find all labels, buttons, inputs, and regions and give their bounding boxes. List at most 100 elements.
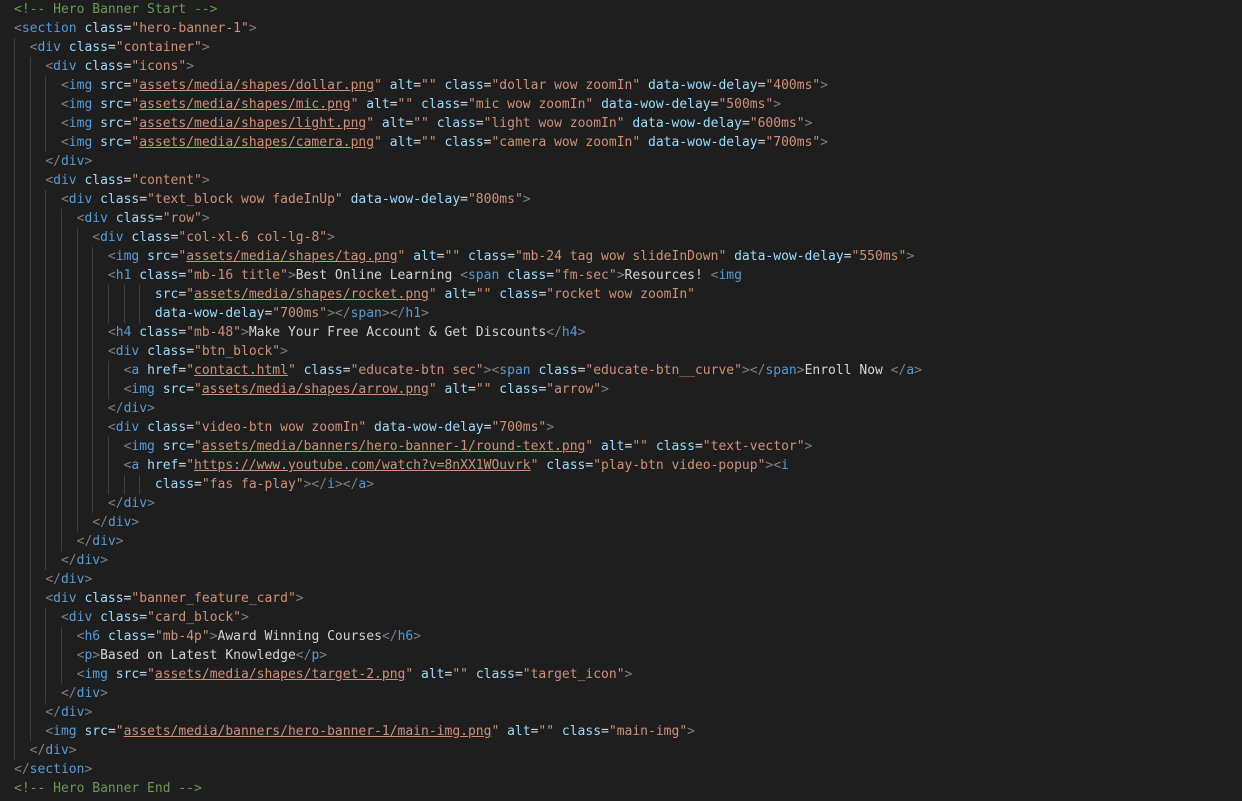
code-line[interactable]: <h6 class="mb-4p">Award Winning Courses<… [0, 627, 1242, 646]
code-equals: = [389, 97, 398, 112]
indent-guide [29, 532, 31, 551]
code-line[interactable]: src = "assets/media/shapes/rocket.png" alt… [0, 285, 1242, 304]
code-equals: = [460, 97, 468, 112]
code-string: "" [444, 249, 461, 264]
code-line[interactable]: <div class="row"> [0, 209, 1242, 228]
code-link[interactable]: assets/media/shapes/target-2.png [155, 667, 405, 682]
indent-guide [92, 418, 94, 437]
code-line[interactable]: <img src = "assets/media/shapes/light.png "… [0, 114, 1242, 133]
code-line[interactable]: <div class="text_block wow fadeInUp" dat… [0, 190, 1242, 209]
code-tag-name: div [76, 553, 101, 568]
code-link[interactable]: assets/media/banners/hero-banner-1/round… [202, 439, 586, 454]
code-string: "fas fa-play" [201, 477, 304, 492]
code-link[interactable]: assets/media/shapes/tag.png [186, 249, 397, 264]
code-line[interactable]: </div> [0, 532, 1242, 551]
code-line[interactable]: <!-- Hero Banner End --> [0, 779, 1242, 798]
indent-guide [45, 646, 47, 665]
indent-guide [29, 152, 31, 171]
code-line[interactable]: </section> [0, 760, 1242, 779]
code-line[interactable]: <a href="contact.html" class="educate-bt… [0, 361, 1242, 380]
code-line[interactable]: <section class="hero-banner-1"> [0, 19, 1242, 38]
code-line[interactable]: <div class="col-xl-6 col-lg-8"> [0, 228, 1242, 247]
code-line[interactable]: <h1 class="mb-16 title">Best Online Lear… [0, 266, 1242, 285]
code-punctuation: > [100, 553, 108, 568]
code-link[interactable]: assets/media/shapes/light.png [139, 116, 366, 131]
code-line[interactable]: <a href="https://www.youtube.com/watch?v… [0, 456, 1242, 475]
code-link[interactable]: assets/media/shapes/camera.png [139, 135, 374, 150]
code-line[interactable]: <img src="assets/media/shapes/tag.png" a… [0, 247, 1242, 266]
indent-guide [139, 285, 141, 304]
code-line[interactable]: class="fas fa-play"></i></a> [0, 475, 1242, 494]
code-punctuation: </ [381, 629, 398, 644]
code-attribute: class [68, 40, 108, 55]
indent-guide [107, 380, 109, 399]
code-tag-name: span [499, 363, 531, 378]
code-line[interactable]: <h4 class="mb-48">Make Your Free Account… [0, 323, 1242, 342]
code-line[interactable]: <div class="card_block"> [0, 608, 1242, 627]
code-line[interactable]: </div> [0, 152, 1242, 171]
code-line[interactable]: <img src="assets/media/shapes/target-2.p… [0, 665, 1242, 684]
code-string: " [287, 363, 296, 378]
code-link[interactable]: assets/media/shapes/dollar.png [139, 78, 374, 93]
code-comment: <!-- Hero Banner Start --> [14, 2, 218, 17]
code-line[interactable]: data-wow-delay="700ms"></span></h1> [0, 304, 1242, 323]
code-line[interactable]: <img src="assets/media/banners/hero-bann… [0, 437, 1242, 456]
code-line[interactable]: </div> [0, 570, 1242, 589]
indent-guide [14, 247, 15, 266]
code-equals: = [154, 211, 163, 226]
indent-guide [29, 76, 31, 95]
code-link[interactable]: contact.html [194, 363, 288, 378]
code-line[interactable]: <div class="icons"> [0, 57, 1242, 76]
indent-guide [45, 532, 47, 551]
code-string: "" [538, 724, 555, 739]
indent-guide [29, 513, 31, 532]
code-line[interactable]: <div class="btn_block"> [0, 342, 1242, 361]
code-line[interactable]: <p>Based on Latest Knowledge</p> [0, 646, 1242, 665]
code-line[interactable]: </div> [0, 741, 1242, 760]
code-line[interactable]: <div class="video-btn wow zoomIn" data-w… [0, 418, 1242, 437]
indent-guide [14, 589, 15, 608]
code-line[interactable]: <img src="assets/media/banners/hero-bann… [0, 722, 1242, 741]
indent-guide [60, 209, 62, 228]
code-editor[interactable]: <!-- Hero Banner Start --> <section class… [0, 0, 1242, 801]
code-line[interactable]: <!-- Hero Banner Start --> [0, 0, 1242, 19]
code-line[interactable]: <img src="assets/media/shapes/mic.png" a… [0, 95, 1242, 114]
indent-guide [45, 684, 47, 703]
indent-guide [14, 646, 15, 665]
code-link[interactable]: assets/media/shapes/rocket.png [194, 287, 429, 302]
code-punctuation: < [45, 591, 54, 606]
indent-guide [60, 399, 62, 418]
code-line[interactable]: <img src="assets/media/shapes/arrow.png"… [0, 380, 1242, 399]
indent-guide [76, 380, 78, 399]
code-link[interactable]: assets/media/shapes/arrow.png [202, 382, 429, 397]
code-line[interactable]: </div> [0, 551, 1242, 570]
code-line[interactable]: </div> [0, 513, 1242, 532]
code-tag-name: h6 [84, 629, 101, 644]
code-link[interactable]: https://www.youtube.com/watch?v=8nXX1WOu… [194, 458, 531, 473]
code-link[interactable]: assets/media/banners/hero-banner-1/main-… [124, 724, 492, 739]
code-attribute: href [147, 458, 179, 473]
code-equals: = [413, 78, 422, 93]
indent-guide [76, 399, 78, 418]
code-tag-name: div [60, 572, 85, 587]
code-line[interactable]: </div> [0, 494, 1242, 513]
code-line[interactable]: <div class="container"> [0, 38, 1242, 57]
code-attribute: class [561, 724, 602, 739]
code-tag-name: div [115, 420, 140, 435]
code-line[interactable]: </div> [0, 684, 1242, 703]
indent-guide [60, 456, 62, 475]
code-attribute: alt [444, 287, 468, 302]
code-line[interactable]: </div> [0, 399, 1242, 418]
code-string: "arrow" [546, 382, 602, 397]
code-line[interactable]: <div class="banner_feature_card"> [0, 589, 1242, 608]
code-punctuation: > [201, 173, 210, 188]
code-line[interactable]: </div> [0, 703, 1242, 722]
code-link[interactable]: assets/media/shapes/mic.png [139, 97, 350, 112]
code-line[interactable]: <div class="content"> [0, 171, 1242, 190]
code-line[interactable]: <img src = "assets/media/shapes/dollar.png… [0, 76, 1242, 95]
code-line[interactable]: <img src = "assets/media/shapes/camera.png… [0, 133, 1242, 152]
code-string: "700ms" [491, 420, 547, 435]
